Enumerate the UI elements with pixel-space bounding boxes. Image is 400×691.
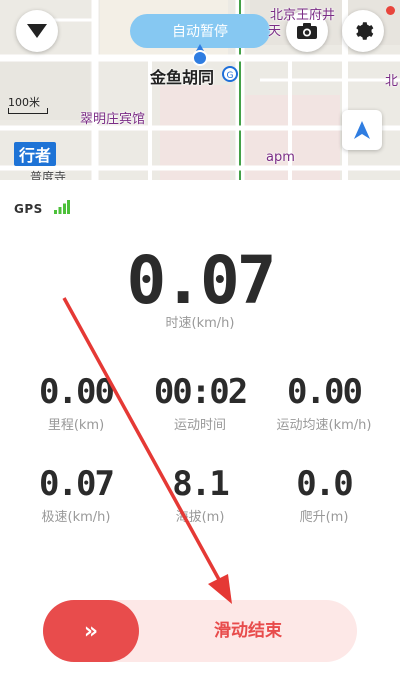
stat-climb: 0.0 爬升(m) bbox=[264, 464, 384, 525]
stat-value: 0.00 bbox=[39, 372, 115, 412]
stat-value: 0.0 bbox=[296, 464, 353, 504]
collapse-map-button[interactable] bbox=[16, 10, 58, 52]
stat-value: 00:02 bbox=[153, 372, 248, 412]
map-label-cuiming: 翠明庄宾馆 bbox=[80, 112, 146, 127]
metro-icon: G bbox=[222, 66, 238, 82]
stat-duration: 00:02 运动时间 bbox=[140, 372, 260, 433]
camera-icon bbox=[297, 23, 317, 39]
dropdown-triangle-icon bbox=[27, 24, 47, 38]
stat-altitude: 8.1 海拔(m) bbox=[140, 464, 260, 525]
stat-label: 爬升(m) bbox=[299, 510, 349, 525]
notification-dot bbox=[386, 6, 395, 15]
stat-max-speed: 0.07 极速(km/h) bbox=[16, 464, 136, 525]
slide-to-end-label: 滑动结束 bbox=[214, 621, 282, 641]
svg-text:G: G bbox=[227, 71, 234, 81]
xingzhe-badge: 行者 bbox=[14, 142, 56, 166]
gps-label: GPS bbox=[14, 202, 43, 216]
stat-distance: 0.00 里程(km) bbox=[16, 372, 136, 433]
map-scale-bar bbox=[8, 108, 48, 114]
stat-value: 0.00 bbox=[287, 372, 363, 412]
gear-icon bbox=[356, 22, 374, 40]
stat-value: 0.07 bbox=[39, 464, 115, 504]
stat-label: 里程(km) bbox=[47, 418, 105, 433]
stat-value: 8.1 bbox=[172, 464, 229, 504]
location-pin-icon bbox=[192, 44, 208, 66]
signal-bars-icon bbox=[54, 200, 70, 214]
stat-label: 运动时间 bbox=[173, 418, 226, 433]
map-label-apm: apm bbox=[266, 150, 295, 165]
map-label-bei-right: 北 bbox=[385, 74, 399, 89]
settings-button[interactable] bbox=[342, 10, 384, 52]
stat-label: 极速(km/h) bbox=[41, 510, 111, 525]
slide-to-end-slider[interactable]: » 滑动结束 bbox=[43, 600, 357, 662]
map-label-tian: 天 bbox=[268, 24, 282, 39]
stat-avg-speed: 0.00 运动均速(km/h) bbox=[264, 372, 384, 433]
current-speed-label: 时速(km/h) bbox=[165, 316, 235, 331]
map-view[interactable]: 自动暂停 金鱼胡同 G 翠明庄宾馆 apm 北京王府井 天 北 普度寺 100米… bbox=[0, 0, 400, 180]
locate-button[interactable] bbox=[342, 110, 382, 150]
current-speed-value: 0.07 bbox=[126, 242, 277, 319]
auto-pause-indicator[interactable]: 自动暂停 bbox=[130, 14, 270, 48]
navigation-arrow-icon bbox=[354, 121, 370, 139]
map-label-puhe: 普度寺 bbox=[30, 170, 67, 180]
slider-knob[interactable]: » bbox=[43, 600, 139, 662]
stat-label: 运动均速(km/h) bbox=[276, 418, 372, 433]
workout-panel: GPS 0.07 时速(km/h) 0.00 里程(km) 00:02 运动时间… bbox=[0, 180, 400, 691]
stat-label: 海拔(m) bbox=[175, 510, 225, 525]
map-label-jinyu: 金鱼胡同 bbox=[150, 68, 215, 87]
double-chevron-right-icon: » bbox=[83, 618, 99, 644]
